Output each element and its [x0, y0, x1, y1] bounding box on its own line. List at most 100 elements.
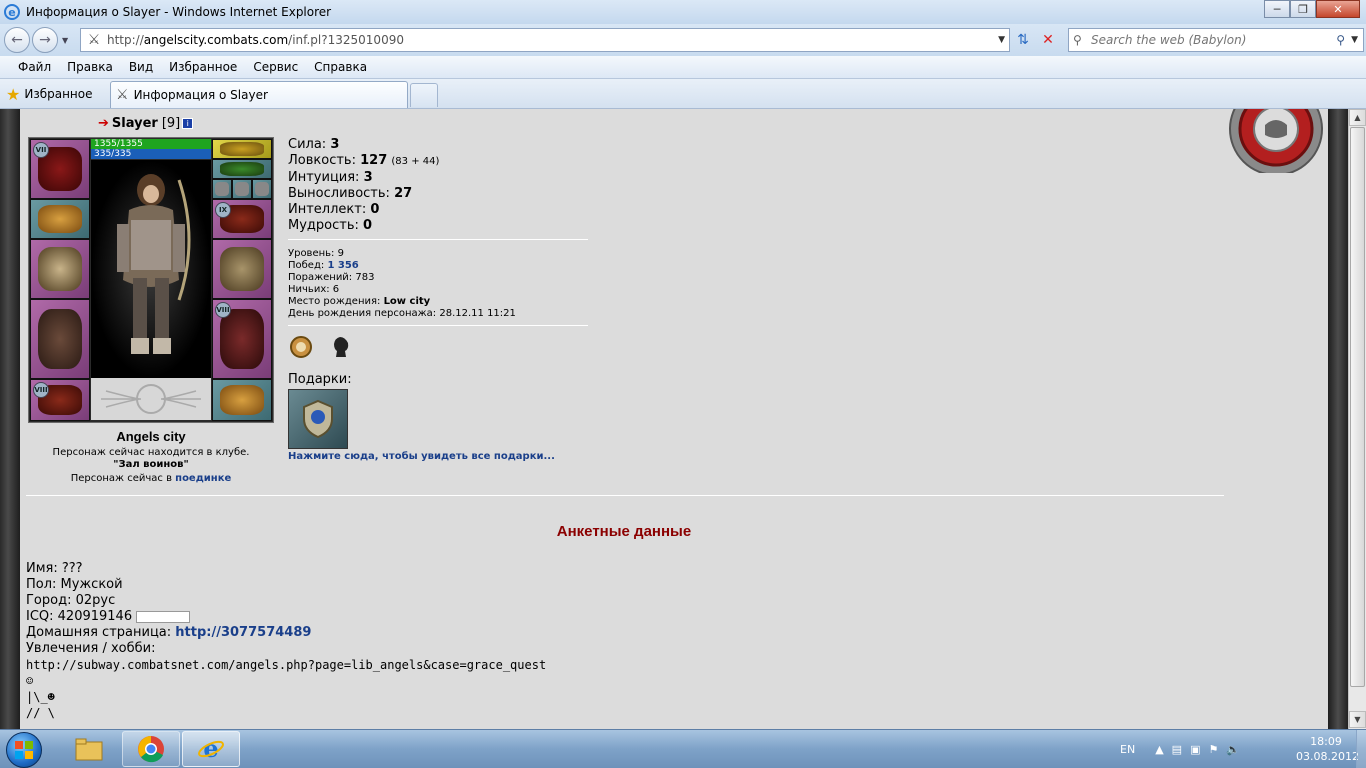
bracers-slot[interactable]	[30, 199, 90, 239]
shield-gift-icon	[303, 399, 333, 439]
search-icon[interactable]: ⚲	[1336, 33, 1345, 47]
url-text: http://angelscity.combats.com/inf.pl?132…	[107, 33, 404, 47]
hobby-art-1: ☺	[26, 674, 34, 688]
tab-active[interactable]: ⚔ Информация о Slayer	[110, 81, 408, 108]
stop-icon[interactable]: ✕	[1037, 29, 1059, 51]
gloves-slot[interactable]: IX	[212, 199, 272, 239]
weapon-slot[interactable]	[30, 239, 90, 299]
armor-slot[interactable]	[30, 299, 90, 379]
boots-icon	[219, 384, 265, 416]
clock-time: 18:09	[1310, 735, 1342, 748]
scroll-down-icon[interactable]: ▼	[1349, 711, 1366, 728]
menu-tools[interactable]: Сервис	[245, 60, 306, 74]
refresh-icon[interactable]: ⇅	[1012, 29, 1034, 51]
level-line: Уровень: 9	[288, 248, 344, 259]
quiver-slot[interactable]	[212, 239, 272, 299]
ring-slot-1[interactable]	[212, 179, 232, 199]
armor-icon	[37, 309, 83, 369]
taskbar-internet-explorer[interactable]: e	[182, 731, 240, 767]
helmet-slot[interactable]: VII	[30, 139, 90, 199]
scroll-thumb[interactable]	[1350, 127, 1365, 687]
badge-knight[interactable]	[328, 333, 354, 359]
taskbar: e EN ▲ ▤ ▣ ⚑ 🔈 18:09 03.08.2012	[0, 729, 1366, 768]
pants-slot[interactable]: VIII	[212, 299, 272, 379]
favorites-button[interactable]: ★ Избранное	[6, 83, 93, 105]
tray-expand-icon[interactable]: ▲	[1155, 743, 1163, 756]
stat-label: Интуиция:	[288, 170, 360, 185]
info-badge-icon[interactable]: i	[182, 117, 194, 129]
network-icon[interactable]: ▣	[1190, 743, 1200, 756]
start-button[interactable]	[6, 732, 42, 768]
amulet-slot[interactable]	[212, 159, 272, 179]
fight-link[interactable]: поединке	[175, 473, 231, 484]
taskbar-explorer[interactable]	[60, 731, 118, 767]
history-dropdown-icon[interactable]: ▼	[62, 36, 68, 45]
menu-favorites[interactable]: Избранное	[161, 60, 245, 74]
profile-icq: ICQ: 420919146	[26, 609, 133, 624]
wins-link[interactable]: 1 356	[327, 260, 358, 271]
title-bar: e Информация о Slayer - Windows Internet…	[0, 0, 1366, 24]
menu-view[interactable]: Вид	[121, 60, 161, 74]
chrome-icon	[138, 736, 164, 763]
bracers-icon	[37, 204, 83, 234]
gift-item[interactable]	[288, 389, 348, 449]
character-city: Angels city	[116, 429, 186, 444]
search-input[interactable]	[1091, 33, 1321, 47]
belt-slot[interactable]: VIII	[30, 379, 90, 421]
character-avatar[interactable]	[91, 160, 211, 378]
stat-value: 0	[363, 218, 373, 233]
ring-slot-3[interactable]	[252, 179, 272, 199]
close-button[interactable]: ✕	[1316, 0, 1360, 18]
all-gifts-link[interactable]: Нажмите сюда, чтобы увидеть все подарки.…	[288, 451, 555, 462]
quiver-icon	[219, 246, 265, 292]
search-field[interactable]: ⚲ ⚲ ▼	[1068, 28, 1364, 52]
amulet-icon	[219, 162, 265, 176]
back-button[interactable]: ←	[4, 27, 30, 53]
minimize-button[interactable]: ─	[1264, 0, 1290, 18]
menu-file[interactable]: Файл	[10, 60, 59, 74]
private-message-icon[interactable]: ➔	[98, 116, 109, 131]
star-icon: ★	[6, 84, 21, 104]
wins-line: Побед: 1 356	[288, 260, 516, 272]
club-emblem	[91, 378, 211, 420]
club-location-text: Персонаж сейчас находится в клубе.	[52, 447, 250, 458]
stat-label: Мудрость:	[288, 218, 359, 233]
compass-badge-icon	[290, 336, 312, 358]
hobby-label: Увлечения / хобби:	[26, 641, 156, 656]
search-dropdown-icon[interactable]: ▼	[1351, 35, 1358, 45]
url-dropdown-icon[interactable]: ▼	[998, 35, 1005, 45]
language-indicator[interactable]: EN	[1120, 743, 1135, 756]
badge-compass[interactable]	[288, 333, 314, 359]
menu-help[interactable]: Справка	[306, 60, 375, 74]
stat-row: Интуиция: 3	[288, 170, 439, 186]
favorites-bar: ★ Избранное ⚔ Информация о Slayer	[0, 79, 1366, 109]
earring-slot[interactable]	[212, 139, 272, 159]
taskbar-chrome[interactable]	[122, 731, 180, 767]
device-icon[interactable]: ▤	[1172, 743, 1182, 756]
flag-icon[interactable]: ⚑	[1208, 743, 1218, 756]
clock[interactable]: 18:09 03.08.2012	[1296, 734, 1359, 764]
club-logo-icon	[101, 384, 201, 414]
maximize-button[interactable]: ❐	[1290, 0, 1316, 18]
scroll-up-icon[interactable]: ▲	[1349, 109, 1366, 126]
menu-edit[interactable]: Правка	[59, 60, 121, 74]
profile-homepage-row: Домашняя страница: http://3077574489	[26, 625, 546, 641]
ie-logo-icon: e	[4, 4, 20, 20]
new-tab-button[interactable]	[410, 83, 438, 107]
ie-icon: e	[198, 735, 224, 763]
homepage-link[interactable]: http://3077574489	[175, 625, 311, 640]
profile-name: Имя: ???	[26, 561, 83, 576]
stat-label: Ловкость:	[288, 153, 356, 168]
birthplace-line: Место рождения: Low city	[288, 296, 516, 308]
page-viewport: ➔ Slayer [9] i 1355/1355 335/335 VII VII…	[0, 109, 1366, 729]
volume-icon[interactable]: 🔈	[1226, 743, 1240, 756]
url-field[interactable]: ⚔ http://angelscity.combats.com/inf.pl?1…	[80, 28, 1010, 52]
forward-button[interactable]: →	[32, 27, 58, 53]
boots-slot[interactable]	[212, 379, 272, 421]
vertical-scrollbar[interactable]: ▲ ▼	[1348, 109, 1366, 729]
ring-slot-2[interactable]	[232, 179, 252, 199]
tab-title: Информация о Slayer	[133, 88, 268, 102]
profile-icq-row: ICQ: 420919146	[26, 609, 546, 625]
show-desktop-button[interactable]	[1356, 730, 1366, 768]
tier-badge: VIII	[215, 302, 231, 318]
